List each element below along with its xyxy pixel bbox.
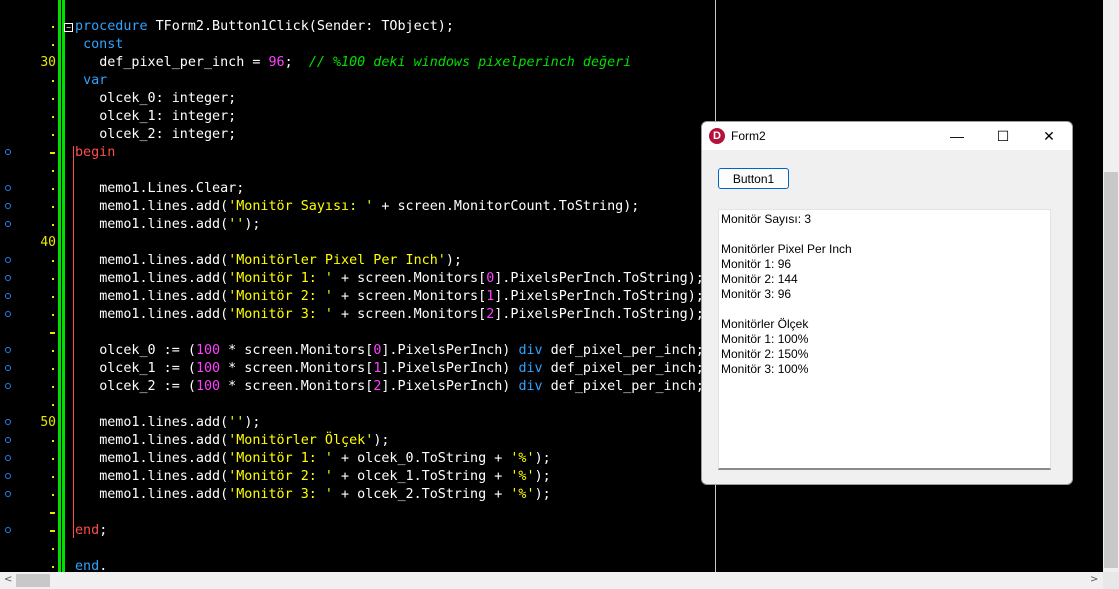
scroll-right-arrow-icon[interactable]: > [1090,574,1098,585]
breakpoint-icon[interactable] [5,491,11,497]
vertical-scroll-thumb[interactable] [1104,172,1118,568]
memo-line [721,227,1050,242]
breakpoint-icon[interactable] [5,473,11,479]
breakpoint-icon[interactable] [5,185,11,191]
breakpoint-icon[interactable] [5,221,11,227]
breakpoint-icon[interactable] [5,149,11,155]
maximize-button[interactable]: ☐ [980,122,1026,150]
breakpoint-icon[interactable] [5,347,11,353]
code-line: const [0,36,1103,54]
minimize-button[interactable]: — [934,122,980,150]
close-button[interactable]: ✕ [1026,122,1072,150]
memo-line: Monitörler Pixel Per Inch [721,242,852,256]
memo-line: Monitör 3: 100% [721,362,809,376]
memo-line: Monitör 2: 144 [721,272,798,286]
memo1-textarea[interactable]: Monitör Sayısı: 3 Monitörler Pixel Per I… [718,209,1051,470]
horizontal-scroll-thumb[interactable] [16,574,50,587]
breakpoint-icon[interactable] [5,419,11,425]
memo-line: Monitörler Ölçek [721,317,809,331]
scroll-left-arrow-icon[interactable]: < [4,574,12,585]
code-line [0,540,1103,558]
horizontal-scrollbar[interactable]: < > [0,572,1103,589]
code-line: − procedure TForm2.Button1Click(Sender: … [0,18,1103,36]
scrollbar-corner [1103,572,1119,589]
breakpoint-icon[interactable] [5,293,11,299]
breakpoint-icon[interactable] [5,311,11,317]
breakpoint-icon[interactable] [5,275,11,281]
window-title: Form2 [731,129,766,143]
memo-line: Monitör Sayısı: 3 [721,212,812,226]
breakpoint-icon[interactable] [5,365,11,371]
memo-line: Monitör 2: 150% [721,347,809,361]
memo-line: Monitör 1: 100% [721,332,809,346]
memo-line [721,302,1050,317]
breakpoint-icon[interactable] [5,257,11,263]
code-line: end. [0,558,1103,572]
code-line: var [0,72,1103,90]
vertical-scrollbar[interactable] [1103,0,1119,572]
fold-toggle-icon[interactable]: − [64,23,73,32]
breakpoint-icon[interactable] [5,437,11,443]
code-line [0,504,1103,522]
memo-line: Monitör 3: 96 [721,287,792,301]
breakpoint-icon[interactable] [5,455,11,461]
code-line: 30 def_pixel_per_inch = 96; // %100 deki… [40,55,632,70]
breakpoint-icon[interactable] [5,203,11,209]
breakpoint-icon[interactable] [5,383,11,389]
code-line: olcek_0: integer; [0,90,1103,108]
memo-line: Monitör 1: 96 [721,257,792,271]
button1[interactable]: Button1 [718,168,789,189]
window-titlebar[interactable]: D Form2 — ☐ ✕ [702,122,1072,150]
form2-window: D Form2 — ☐ ✕ Button1 Monitör Sayısı: 3 … [701,121,1073,485]
breakpoint-icon[interactable] [5,527,11,533]
code-line: memo1.lines.add('Monitör 3: ' + olcek_2.… [0,486,1103,504]
code-line: end; [0,522,1103,540]
delphi-app-icon: D [709,128,725,144]
